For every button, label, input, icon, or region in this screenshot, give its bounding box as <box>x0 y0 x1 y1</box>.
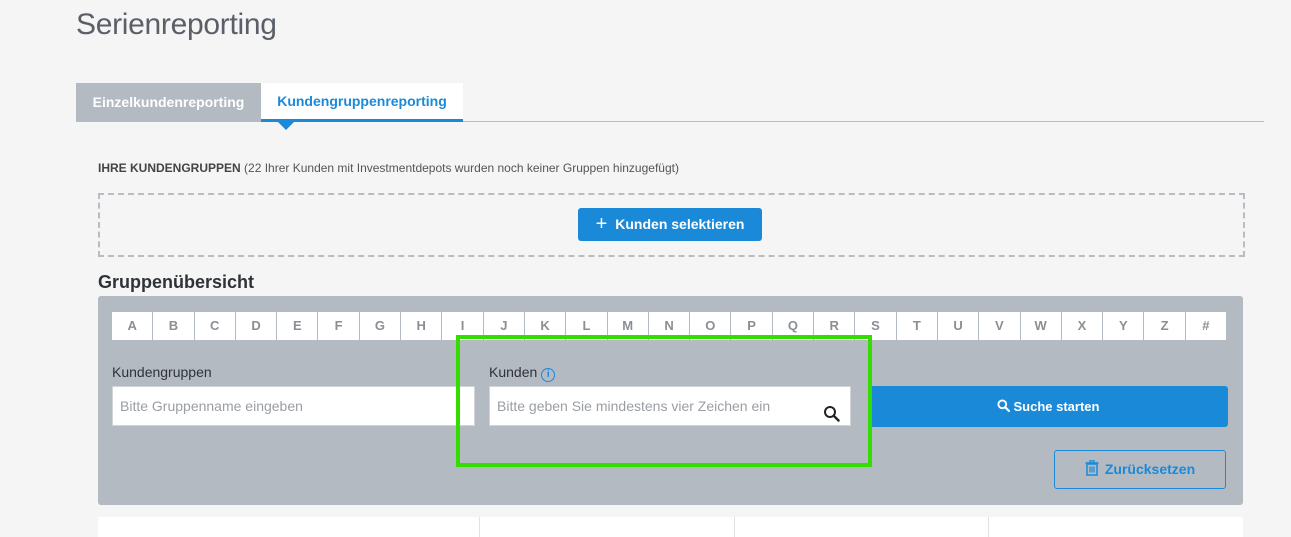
table-column-divider <box>734 517 735 537</box>
trash-icon <box>1085 460 1099 476</box>
letter-b[interactable]: B <box>153 312 194 340</box>
highlight-box <box>456 335 872 467</box>
start-search-button[interactable]: Suche starten <box>868 386 1228 427</box>
letter-e[interactable]: E <box>277 312 318 340</box>
active-tab-indicator <box>277 121 295 130</box>
letter-v[interactable]: V <box>979 312 1020 340</box>
page-title: Serienreporting <box>76 8 277 41</box>
group-field-label: Kundengruppen <box>112 364 212 380</box>
groups-heading-title: IHRE KUNDENGRUPPEN <box>98 161 241 175</box>
plus-icon: + <box>595 213 608 235</box>
letter-d[interactable]: D <box>235 312 277 340</box>
letter-h[interactable]: H <box>401 312 442 340</box>
select-customers-label: Kunden selektieren <box>615 216 745 232</box>
search-icon <box>996 399 1010 413</box>
letter-x[interactable]: X <box>1061 312 1103 340</box>
start-search-label: Suche starten <box>1013 399 1100 414</box>
letter-t[interactable]: T <box>896 312 937 340</box>
overview-title: Gruppenübersicht <box>98 272 255 292</box>
letter-y[interactable]: Y <box>1103 312 1144 340</box>
groups-heading: IHRE KUNDENGRUPPEN (22 Ihrer Kunden mit … <box>98 161 679 175</box>
results-table <box>98 517 1243 537</box>
tab-kundengruppenreporting[interactable]: Kundengruppenreporting <box>261 83 463 122</box>
group-name-input[interactable]: Bitte Gruppenname eingeben <box>112 386 475 426</box>
table-column-divider <box>988 517 989 537</box>
letter-f[interactable]: F <box>318 312 359 340</box>
table-column-divider <box>479 517 480 537</box>
reset-label: Zurücksetzen <box>1104 461 1196 477</box>
letter-u[interactable]: U <box>937 312 979 340</box>
tab-einzelkundenreporting[interactable]: Einzelkundenreporting <box>76 83 261 121</box>
reset-button[interactable]: Zurücksetzen <box>1054 450 1226 489</box>
tab-bar: Einzelkundenreporting Kundengruppenrepor… <box>76 83 1264 122</box>
letter-c[interactable]: C <box>194 312 235 340</box>
groups-heading-note: (22 Ihrer Kunden mit Investmentdepots wu… <box>244 161 679 175</box>
letter-z[interactable]: Z <box>1144 312 1185 340</box>
letter-g[interactable]: G <box>359 312 401 340</box>
letter-hash[interactable]: # <box>1185 312 1227 340</box>
group-name-placeholder: Bitte Gruppenname eingeben <box>120 398 303 414</box>
select-customers-button[interactable]: + Kunden selektieren <box>578 208 762 241</box>
letter-w[interactable]: W <box>1020 312 1061 340</box>
letter-a[interactable]: A <box>112 312 153 340</box>
